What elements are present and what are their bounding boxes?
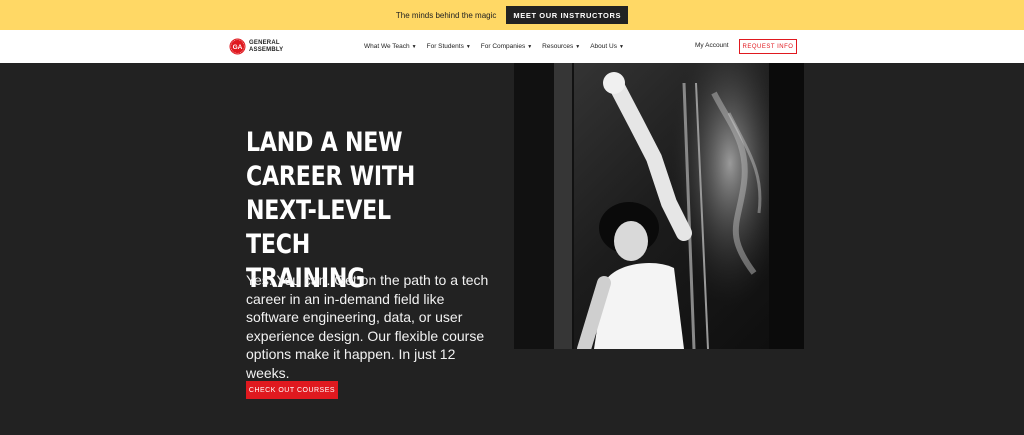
hero-description: Yes. You can. Get on the path to a tech … [246,272,489,381]
chevron-down-icon: ▼ [411,43,417,50]
meet-instructors-button[interactable]: MEET OUR INSTRUCTORS [506,6,629,24]
promo-bar: The minds behind the magic MEET OUR INST… [0,0,1024,30]
promo-text: The minds behind the magic [395,10,497,20]
hero-title-line-1: LAND A NEW [246,127,403,158]
ga-logo-icon: GA [229,38,246,55]
chevron-down-icon: ▼ [575,43,581,50]
hero-image [514,63,804,349]
chevron-down-icon: ▼ [618,43,624,50]
check-out-courses-button[interactable]: CHECK OUT COURSES [246,381,338,399]
logo-line-2: ASSEMBLY [249,46,284,53]
nav-item-label: For Companies [480,43,526,50]
ga-logo[interactable]: GA GENERAL ASSEMBLY [229,38,283,55]
logo-mark-text: GA [233,44,243,51]
request-info-button[interactable]: REQUEST INFO [739,39,797,54]
logo-wordmark: GENERAL ASSEMBLY [249,40,283,53]
nav-item-label: Resources [542,43,574,50]
hero-title-line-3: NEXT-LEVEL TECH [246,195,391,260]
chevron-down-icon: ▼ [527,43,533,50]
nav-item-label: About Us [590,43,617,50]
logo-line-1: GENERAL [249,40,280,46]
chevron-down-icon: ▼ [465,43,471,50]
nav-item-for-students[interactable]: For Students ▼ [427,43,471,50]
my-account-link[interactable]: My Account [695,42,729,49]
hero-photo-illustration [514,63,804,349]
hero-title-line-2: CAREER WITH [246,161,416,192]
main-navbar: GA GENERAL ASSEMBLY What We Teach ▼ For … [0,30,1024,63]
nav-item-label: What We Teach [364,43,410,50]
nav-item-for-companies[interactable]: For Companies ▼ [481,43,532,50]
nav-menu: What We Teach ▼ For Students ▼ For Compa… [364,30,634,63]
nav-item-what-we-teach[interactable]: What We Teach ▼ [364,43,417,50]
nav-item-label: For Students [426,43,464,50]
nav-item-about-us[interactable]: About Us ▼ [590,43,624,50]
nav-item-resources[interactable]: Resources ▼ [542,43,580,50]
